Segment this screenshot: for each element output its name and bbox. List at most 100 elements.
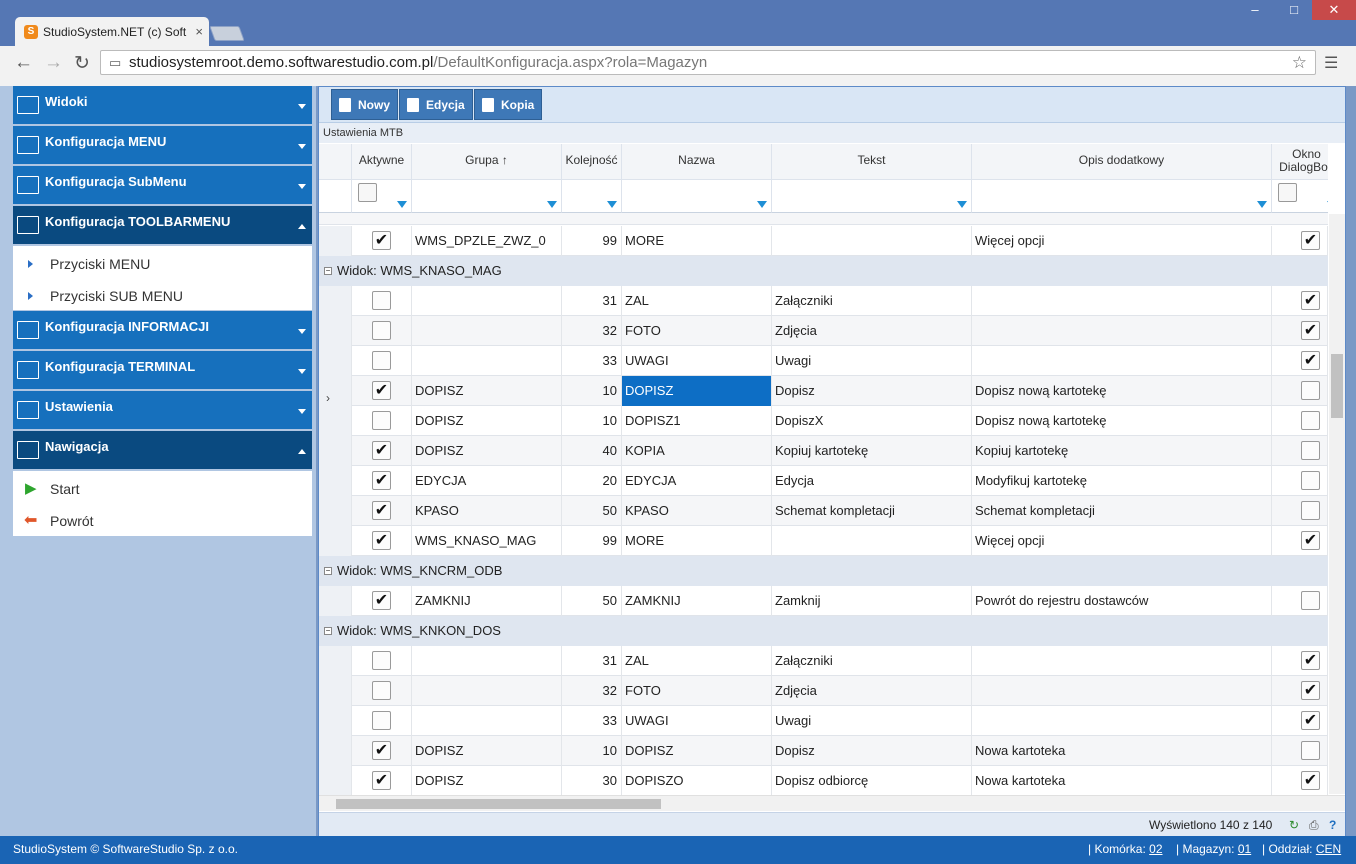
cell-nazwa[interactable]: KPASO	[622, 496, 772, 526]
cell-nazwa[interactable]: MORE	[622, 526, 772, 556]
cell-nazwa[interactable]: EDYCJA	[622, 466, 772, 496]
cell-aktywne[interactable]: ✔	[352, 376, 412, 406]
cell-kol[interactable]: 20	[562, 466, 622, 496]
tab-close-icon[interactable]: ×	[195, 17, 203, 47]
checkbox[interactable]: ✔	[1301, 651, 1320, 670]
cell-nazwa[interactable]: DOPISZO	[622, 766, 772, 795]
cell-kol[interactable]: 99	[562, 226, 622, 256]
filter-okno[interactable]	[1272, 180, 1328, 213]
cell-opis[interactable]	[972, 346, 1272, 376]
table-row[interactable]: ✔ DOPISZ 30 DOPISZO Dopisz odbiorcę Nowa kart…	[319, 766, 1328, 795]
cell-opis[interactable]: Nowa kartoteka	[972, 766, 1272, 795]
komorka-link[interactable]: 02	[1149, 842, 1162, 856]
checkbox[interactable]	[1301, 411, 1320, 430]
header-nazwa[interactable]: Nazwa	[622, 144, 772, 180]
cell-kol[interactable]: 32	[562, 316, 622, 346]
sidebar-section-nawigacja[interactable]: Nawigacja	[13, 431, 312, 469]
cell-tekst[interactable]: Zamknij	[772, 586, 972, 616]
table-row[interactable]: ✔ EDYCJA 20 EDYCJA Edycja Modyfikuj kartotekę	[319, 466, 1328, 496]
cell-nazwa[interactable]: UWAGI	[622, 346, 772, 376]
checkbox[interactable]	[372, 711, 391, 730]
sidebar-section-konfiguracja-toolbarmenu[interactable]: Konfiguracja TOOLBARMENU	[13, 206, 312, 244]
table-row[interactable]: ✔ KPASO 50 KPASO Schemat kompletacji Schemat …	[319, 496, 1328, 526]
checkbox[interactable]: ✔	[1301, 681, 1320, 700]
header-grupa[interactable]: Grupa ↑	[412, 144, 562, 180]
collapse-group-icon[interactable]: −	[324, 267, 332, 275]
browser-menu-icon[interactable]: ☰	[1324, 53, 1338, 73]
cell-okno-dialogbox[interactable]: ✔	[1272, 766, 1328, 795]
browser-tab[interactable]: S StudioSystem.NET (c) Soft ×	[15, 17, 209, 47]
cell-okno-dialogbox[interactable]: ✔	[1272, 676, 1328, 706]
checkbox[interactable]: ✔	[1301, 231, 1320, 250]
filter-funnel-icon[interactable]	[397, 201, 407, 208]
group-row[interactable]: − Widok: WMS_KNASO_MAG	[319, 256, 1328, 286]
address-bar[interactable]: ▭ studiosystemroot.demo.softwarestudio.c…	[100, 50, 1316, 75]
checkbox[interactable]	[1301, 381, 1320, 400]
nav-item-powrot[interactable]: ⬅ Powrót	[13, 505, 312, 537]
sidebar-section-konfiguracja-terminal[interactable]: Konfiguracja TERMINAL	[13, 351, 312, 389]
cell-opis[interactable]	[972, 286, 1272, 316]
cell-nazwa[interactable]: FOTO	[622, 316, 772, 346]
cell-tekst[interactable]: Dopisz	[772, 736, 972, 766]
magazyn-link[interactable]: 01	[1238, 842, 1251, 856]
table-row[interactable]: ✔ DOPISZ 10 DOPISZ Dopisz Nowa kartoteka	[319, 736, 1328, 766]
cell-kol[interactable]: 50	[562, 496, 622, 526]
checkbox[interactable]	[372, 351, 391, 370]
new-tab-button[interactable]	[209, 26, 245, 41]
cell-nazwa[interactable]: UWAGI	[622, 706, 772, 736]
cell-nazwa[interactable]: FOTO	[622, 676, 772, 706]
cell-tekst[interactable]: Załączniki	[772, 286, 972, 316]
cell-opis[interactable]	[972, 646, 1272, 676]
cell-aktywne[interactable]: ✔	[352, 496, 412, 526]
cell-aktywne[interactable]	[352, 676, 412, 706]
sidebar-section-konfiguracja-submenu[interactable]: Konfiguracja SubMenu	[13, 166, 312, 204]
filter-kolejnosc[interactable]	[562, 180, 622, 213]
cell-kol[interactable]: 50	[562, 586, 622, 616]
cell-aktywne[interactable]	[352, 346, 412, 376]
collapse-group-icon[interactable]: −	[324, 627, 332, 635]
table-row[interactable]: 33 UWAGI Uwagi ✔	[319, 706, 1328, 736]
cell-tekst[interactable]: Załączniki	[772, 646, 972, 676]
checkbox[interactable]: ✔	[372, 471, 391, 490]
filter-funnel-icon[interactable]	[757, 201, 767, 208]
cell-opis[interactable]: Powrót do rejestru dostawców	[972, 586, 1272, 616]
cell-nazwa[interactable]: DOPISZ	[622, 376, 772, 406]
checkbox[interactable]: ✔	[1301, 291, 1320, 310]
cell-grupa[interactable]: DOPISZ	[412, 436, 562, 466]
cell-nazwa[interactable]: DOPISZ	[622, 736, 772, 766]
checkbox[interactable]: ✔	[372, 501, 391, 520]
cell-grupa[interactable]	[412, 646, 562, 676]
filter-nazwa[interactable]	[622, 180, 772, 213]
cell-kol[interactable]: 30	[562, 766, 622, 795]
cell-kol[interactable]: 32	[562, 676, 622, 706]
filter-checkbox[interactable]	[1278, 183, 1297, 202]
cell-tekst[interactable]: Zdjęcia	[772, 316, 972, 346]
cell-nazwa[interactable]: ZAL	[622, 286, 772, 316]
cell-opis[interactable]	[972, 706, 1272, 736]
checkbox[interactable]: ✔	[372, 591, 391, 610]
cell-tekst[interactable]: Schemat kompletacji	[772, 496, 972, 526]
cell-okno-dialogbox[interactable]	[1272, 466, 1328, 496]
cell-aktywne[interactable]: ✔	[352, 226, 412, 256]
collapse-group-icon[interactable]: −	[324, 567, 332, 575]
sidebar-section-konfiguracja-informacji[interactable]: Konfiguracja INFORMACJI	[13, 311, 312, 349]
sidebar-section-konfiguracja-menu[interactable]: Konfiguracja MENU	[13, 126, 312, 164]
cell-kol[interactable]: 33	[562, 346, 622, 376]
cell-okno-dialogbox[interactable]: ✔	[1272, 226, 1328, 256]
checkbox[interactable]: ✔	[372, 531, 391, 550]
cell-tekst[interactable]: DopiszX	[772, 406, 972, 436]
cell-okno-dialogbox[interactable]: ✔	[1272, 706, 1328, 736]
cell-grupa[interactable]	[412, 346, 562, 376]
cell-tekst[interactable]	[772, 526, 972, 556]
cell-grupa[interactable]	[412, 286, 562, 316]
cell-grupa[interactable]: EDYCJA	[412, 466, 562, 496]
cell-grupa[interactable]: WMS_KNASO_MAG	[412, 526, 562, 556]
bookmark-star-icon[interactable]: ☆	[1292, 51, 1307, 74]
checkbox[interactable]: ✔	[1301, 711, 1320, 730]
checkbox[interactable]	[1301, 471, 1320, 490]
cell-tekst[interactable]: Edycja	[772, 466, 972, 496]
cell-grupa[interactable]	[412, 676, 562, 706]
checkbox[interactable]: ✔	[372, 441, 391, 460]
help-icon[interactable]: ?	[1329, 813, 1336, 837]
cell-grupa[interactable]: KPASO	[412, 496, 562, 526]
